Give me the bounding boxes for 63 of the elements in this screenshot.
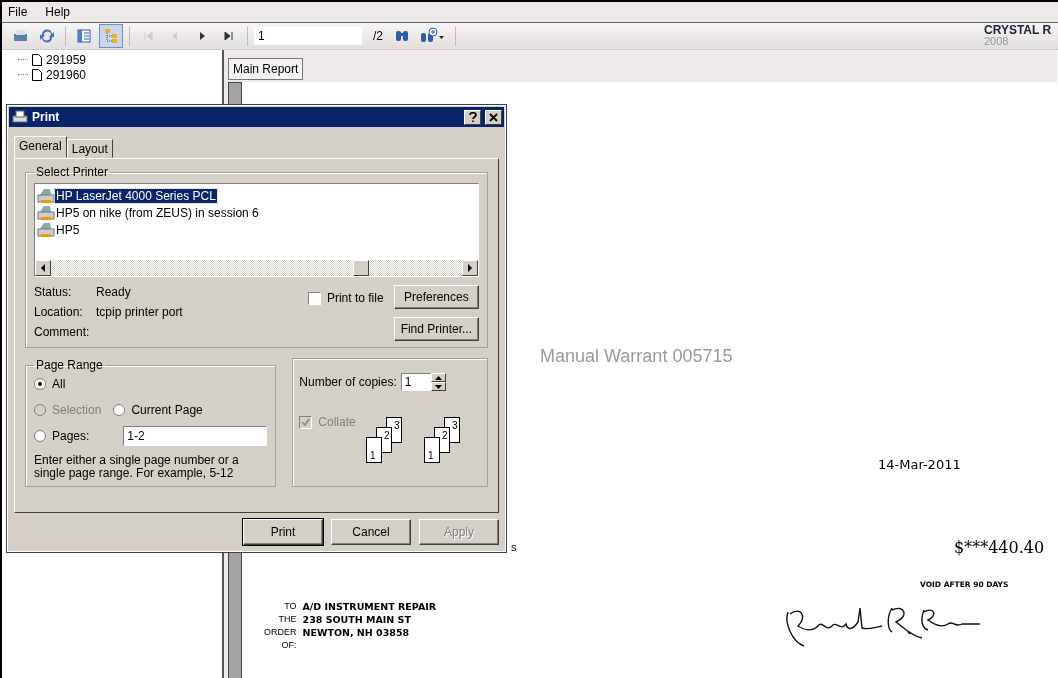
- printer-icon: [37, 187, 55, 204]
- group-legend: Page Range: [34, 358, 105, 372]
- payee-label: ORDER: [264, 626, 297, 639]
- checkmark-icon: [301, 417, 311, 427]
- menu-item[interactable]: File: [8, 5, 28, 19]
- info-label: Location:: [34, 305, 84, 319]
- check-amount: $***440.40: [954, 538, 1045, 557]
- page-count: /2: [373, 29, 383, 43]
- find-printer-button[interactable]: Find Printer...: [393, 317, 479, 341]
- dialog-title: Print: [32, 110, 60, 124]
- printer-icon: [37, 221, 55, 238]
- report-text: s: [511, 541, 517, 553]
- document-icon: [32, 53, 42, 66]
- info-value: tcpip printer port: [96, 305, 183, 319]
- group-legend: Select Printer: [34, 165, 111, 179]
- preferences-button[interactable]: Preferences: [393, 285, 479, 309]
- info-value: Ready: [96, 285, 131, 299]
- printer-item[interactable]: HP5: [55, 222, 81, 237]
- scrollbar-thumb[interactable]: [353, 260, 369, 276]
- close-icon: [489, 112, 498, 122]
- dialog-tab[interactable]: Layout: [66, 139, 113, 158]
- info-label: Comment:: [34, 325, 91, 339]
- tree-item[interactable]: 291960: [46, 67, 87, 82]
- horizontal-scrollbar[interactable]: [35, 260, 478, 276]
- brand-logo: CRYSTAL R 2008: [984, 25, 1053, 47]
- scroll-left-icon: [40, 264, 46, 272]
- copies-field[interactable]: 1: [400, 373, 431, 391]
- payee-address-line: NEWTON, NH 03858: [302, 626, 411, 639]
- report-tab[interactable]: Main Report: [228, 58, 304, 80]
- scroll-right-icon: [467, 264, 473, 272]
- payee-address-line: 238 SOUTH MAIN ST: [302, 613, 412, 626]
- pages-field[interactable]: 1-2: [123, 426, 268, 446]
- page-number-field[interactable]: 1: [254, 27, 362, 45]
- hint-text: Enter either a single page number or a single page range. For example, 5-12: [34, 454, 240, 480]
- copies-label: Number of copies:: [299, 375, 397, 389]
- printer-icon: [12, 110, 28, 124]
- printer-item[interactable]: HP5 on nike (from ZEUS) in session 6: [55, 205, 260, 220]
- radio-option[interactable]: Pages:: [34, 429, 90, 443]
- down-arrow-icon: [434, 384, 442, 389]
- tree-item[interactable]: 291959: [46, 52, 87, 67]
- up-arrow-icon: [434, 375, 442, 380]
- menu-item[interactable]: Help: [45, 5, 71, 19]
- report-title: Manual Warrant 005715: [540, 346, 733, 367]
- radio-option[interactable]: Current Page: [113, 403, 203, 417]
- payee-label: THE: [278, 613, 297, 626]
- info-label: Status:: [34, 285, 73, 299]
- spin-up-button[interactable]: [430, 373, 446, 382]
- radio-option[interactable]: All: [34, 377, 66, 391]
- payee-address-line: A/D INSTRUMENT REPAIR: [302, 600, 437, 613]
- report-date: 14-Mar-2011: [878, 457, 961, 472]
- help-button[interactable]: [464, 109, 481, 125]
- close-button[interactable]: [485, 109, 502, 125]
- payee-label: OF:: [281, 639, 297, 652]
- dialog-button[interactable]: Print: [243, 519, 323, 545]
- printer-item[interactable]: HP LaserJet 4000 Series PCL: [55, 188, 217, 203]
- spin-down-button[interactable]: [430, 382, 446, 391]
- payee-label: TO: [284, 600, 297, 613]
- printer-icon: [37, 204, 55, 221]
- document-icon: [32, 68, 42, 81]
- dialog-button[interactable]: Cancel: [331, 519, 411, 545]
- help-icon: [468, 112, 477, 122]
- dialog-tab[interactable]: General: [14, 136, 67, 158]
- print-to-file-checkbox[interactable]: Print to file: [307, 291, 384, 305]
